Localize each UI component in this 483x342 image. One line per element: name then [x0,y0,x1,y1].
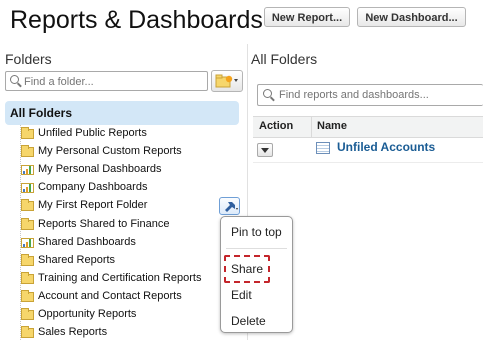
folder-item-label: Shared Reports [38,254,116,266]
folder-item[interactable]: My Personal Dashboards [17,162,217,179]
dashboard-folder-icon [21,165,34,175]
folder-item[interactable]: Account and Contact Reports [17,289,217,306]
folder-icon [21,254,34,266]
row-divider [253,162,483,163]
menu-item-share[interactable]: Share [231,262,263,276]
folder-item[interactable]: Sales Reports [17,325,217,342]
pin-icon [225,202,238,212]
dashboard-folder-icon [21,183,34,193]
new-folder-button[interactable] [211,70,243,92]
folder-item-label: My First Report Folder [38,199,148,211]
folder-icon [21,218,34,230]
folder-item[interactable]: My First Report Folder [17,198,217,215]
folder-item[interactable]: Shared Dashboards [17,235,217,252]
folder-item-label: My Personal Dashboards [38,163,162,175]
folder-icon [21,290,34,302]
row-action-dropdown[interactable] [257,143,273,157]
new-report-button[interactable]: New Report... [264,7,350,27]
folder-icon [21,127,34,139]
folder-item-label: Reports Shared to Finance [38,218,170,230]
report-icon [316,142,330,154]
folder-item[interactable]: Unfiled Public Reports [17,126,217,143]
table-header: Action Name [253,116,483,138]
new-dashboard-button[interactable]: New Dashboard... [357,7,466,27]
folder-item-label: Opportunity Reports [38,308,137,320]
folder-icon [21,272,34,284]
folder-icon [21,145,34,157]
report-search-input[interactable] [279,87,479,102]
search-icon [263,89,272,98]
folder-item[interactable]: Reports Shared to Finance [17,217,217,234]
folder-icon [21,199,34,211]
folder-item-label: Account and Contact Reports [38,290,182,302]
folder-item[interactable]: My Personal Custom Reports [17,144,217,161]
folder-item-label: Sales Reports [38,326,108,338]
folder-item-label: Training and Certification Reports [38,272,202,284]
folder-item[interactable]: Company Dashboards [17,180,217,197]
folders-heading: Folders [5,51,52,67]
column-header-action[interactable]: Action [259,120,293,132]
report-link[interactable]: Unfiled Accounts [337,140,435,154]
column-header-name[interactable]: Name [317,120,347,132]
folder-item[interactable]: Opportunity Reports [17,307,217,324]
all-folders-label: All Folders [10,106,73,120]
menu-item-pin-to-top[interactable]: Pin to top [231,225,282,239]
folder-icon [21,326,34,338]
all-folders-item[interactable]: All Folders [5,101,239,125]
folder-item[interactable]: Training and Certification Reports [17,271,217,288]
folder-item[interactable]: Shared Reports [17,253,217,270]
column-separator [311,117,312,137]
folder-item-label: Shared Dashboards [38,236,136,248]
folder-icon [21,308,34,320]
report-search-box[interactable] [257,84,483,106]
menu-separator [226,248,287,249]
menu-item-edit[interactable]: Edit [231,288,252,302]
folder-item-label: Unfiled Public Reports [38,127,147,139]
folder-search-box[interactable] [5,71,208,91]
all-folders-heading: All Folders [251,51,318,67]
folder-item-label: Company Dashboards [38,181,148,193]
folder-context-menu: Pin to top Share Edit Delete [220,216,293,333]
new-folder-icon [215,74,238,88]
menu-item-delete[interactable]: Delete [231,314,266,328]
folder-actions-button[interactable] [219,197,240,215]
page-title: Reports & Dashboards [10,6,263,34]
folder-item-label: My Personal Custom Reports [38,145,182,157]
dashboard-folder-icon [21,238,34,248]
folder-search-input[interactable] [24,74,204,89]
search-icon [10,75,19,84]
